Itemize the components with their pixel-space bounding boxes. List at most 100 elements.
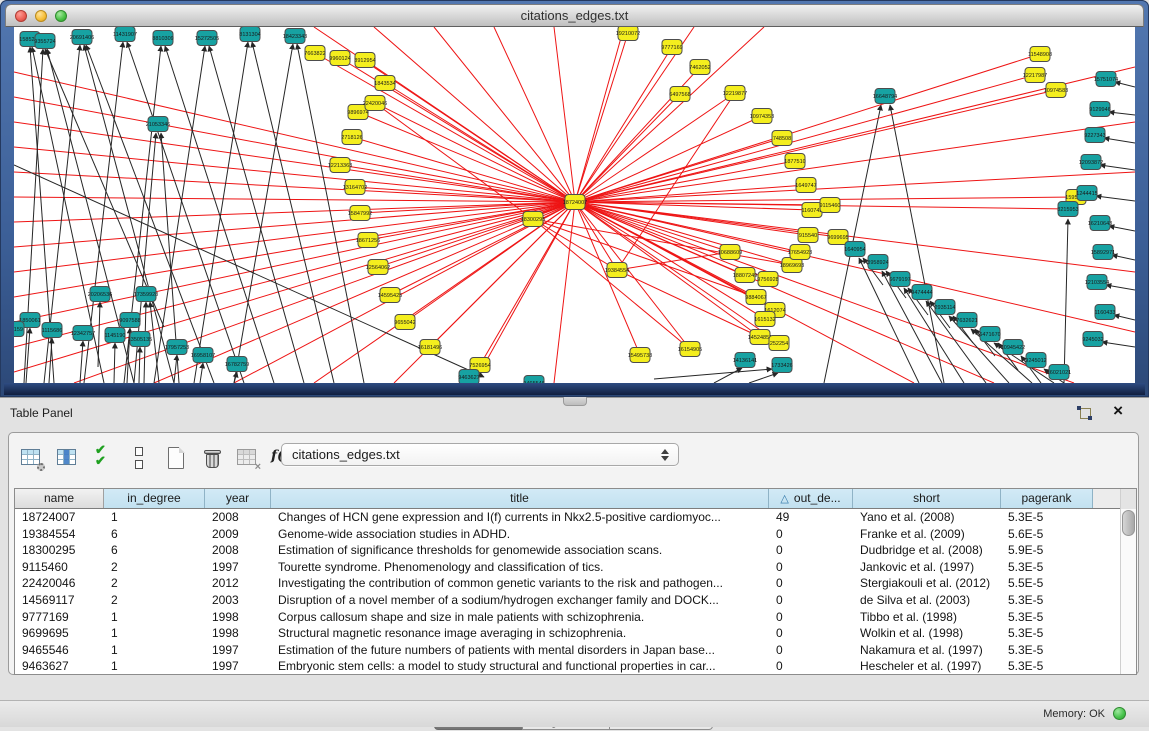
cell-year[interactable]: 2003 bbox=[205, 592, 271, 609]
toggle-panel-icon[interactable] bbox=[127, 445, 153, 471]
table-mode-icon[interactable] bbox=[19, 445, 45, 471]
cell-name[interactable]: 9463627 bbox=[15, 658, 104, 675]
graph-node[interactable]: 1244415 bbox=[1076, 186, 1097, 201]
cell-outde[interactable]: 0 bbox=[769, 609, 853, 626]
graph-node[interactable]: 2935114 bbox=[934, 300, 955, 315]
cell-indegree[interactable]: 6 bbox=[104, 526, 205, 543]
cell-short[interactable]: Dudbridge et al. (2008) bbox=[853, 542, 1001, 559]
cell-outde[interactable]: 49 bbox=[769, 509, 853, 526]
graph-node[interactable]: 16181496 bbox=[418, 340, 442, 355]
graph-node[interactable]: 1733426 bbox=[771, 358, 792, 373]
graph-node[interactable]: 12342757 bbox=[71, 326, 95, 341]
cell-title[interactable]: Structural magnetic resonance image aver… bbox=[271, 625, 769, 642]
cell-year[interactable]: 2008 bbox=[205, 542, 271, 559]
cell-short[interactable]: Jankovic et al. (1997) bbox=[853, 559, 1001, 576]
cell-short[interactable]: Hescheler et al. (1997) bbox=[853, 658, 1001, 675]
cell-outde[interactable]: 0 bbox=[769, 575, 853, 592]
graph-node[interactable]: 14136141 bbox=[733, 353, 757, 368]
graph-node[interactable]: 10974583 bbox=[1044, 83, 1068, 98]
column-header-year[interactable]: year bbox=[205, 489, 271, 508]
cell-title[interactable]: Genome-wide association studies in ADHD. bbox=[271, 526, 769, 543]
memory-status-icon[interactable] bbox=[1113, 707, 1126, 720]
graph-node[interactable]: 20206536 bbox=[88, 287, 112, 302]
cell-pagerank[interactable]: 5.3E-5 bbox=[1001, 509, 1093, 526]
graph-node[interactable]: 9777169 bbox=[661, 40, 682, 55]
cell-title[interactable]: Embryonic stem cells: a model to study s… bbox=[271, 658, 769, 675]
graph-node[interactable]: 19210072 bbox=[616, 27, 640, 41]
delete-icon[interactable] bbox=[199, 445, 225, 471]
graph-node[interactable]: 12564062 bbox=[366, 260, 390, 275]
graph-node[interactable]: 8810309 bbox=[152, 31, 173, 46]
cell-short[interactable]: Stergiakouli et al. (2012) bbox=[853, 575, 1001, 592]
column-header-short[interactable]: short bbox=[853, 489, 1001, 508]
cell-indegree[interactable]: 1 bbox=[104, 509, 205, 526]
graph-node[interactable]: 9129946 bbox=[1089, 102, 1110, 117]
new-document-icon[interactable] bbox=[163, 445, 189, 471]
cell-name[interactable]: 9115460 bbox=[15, 559, 104, 576]
cell-name[interactable]: 14569117 bbox=[15, 592, 104, 609]
table-row[interactable]: 969969511998Structural magnetic resonanc… bbox=[15, 625, 1136, 642]
graph-node[interactable]: 19384554 bbox=[605, 263, 629, 278]
column-header-outde[interactable]: △ out_de... bbox=[769, 489, 853, 508]
cell-indegree[interactable]: 6 bbox=[104, 542, 205, 559]
cell-outde[interactable]: 0 bbox=[769, 526, 853, 543]
graph-node[interactable]: 1145190 bbox=[104, 328, 125, 343]
cell-year[interactable]: 2009 bbox=[205, 526, 271, 543]
column-header-title[interactable]: title bbox=[271, 489, 769, 508]
graph-node[interactable]: 9884067 bbox=[745, 290, 766, 305]
cell-name[interactable]: 9699695 bbox=[15, 625, 104, 642]
graph-node[interactable]: 20691406 bbox=[70, 30, 94, 45]
cell-name[interactable]: 18724007 bbox=[15, 509, 104, 526]
float-panel-icon[interactable] bbox=[1077, 406, 1093, 421]
graph-node[interactable]: 1640954 bbox=[844, 242, 865, 257]
graph-node[interactable]: 13505135 bbox=[128, 332, 152, 347]
cell-indegree[interactable]: 2 bbox=[104, 592, 205, 609]
graph-node[interactable]: 11431907 bbox=[113, 27, 137, 42]
graph-node[interactable]: 18671256 bbox=[356, 233, 380, 248]
cell-year[interactable]: 2012 bbox=[205, 575, 271, 592]
graph-node[interactable]: 9355724 bbox=[34, 34, 55, 49]
graph-node[interactable]: 9474444 bbox=[911, 285, 932, 300]
cell-year[interactable]: 1998 bbox=[205, 609, 271, 626]
cell-outde[interactable]: 0 bbox=[769, 542, 853, 559]
graph-node[interactable]: 18423343 bbox=[283, 29, 307, 44]
graph-node[interactable]: 7632621 bbox=[956, 313, 977, 328]
graph-node[interactable]: 12093872 bbox=[1079, 155, 1103, 170]
table-source-select[interactable]: citations_edges.txt bbox=[281, 443, 679, 466]
graph-node[interactable]: 15272505 bbox=[195, 31, 219, 46]
cell-title[interactable]: Investigating the contribution of common… bbox=[271, 575, 769, 592]
table-row[interactable]: 977716911998Corpus callosum shape and si… bbox=[15, 609, 1136, 626]
graph-node[interactable]: 2718126 bbox=[341, 130, 362, 145]
table-row[interactable]: 1938455462009Genome-wide association stu… bbox=[15, 526, 1136, 543]
cell-name[interactable]: 18300295 bbox=[15, 542, 104, 559]
graph-node[interactable]: 1843534 bbox=[374, 76, 395, 91]
cell-indegree[interactable]: 1 bbox=[104, 625, 205, 642]
graph-node[interactable]: 15495738 bbox=[628, 348, 652, 363]
table-row[interactable]: 911546021997Tourette syndrome. Phenomeno… bbox=[15, 559, 1136, 576]
column-header-name[interactable]: name bbox=[15, 489, 104, 508]
graph-node[interactable]: 12103554 bbox=[1085, 275, 1109, 290]
graph-node[interactable]: 12219877 bbox=[723, 86, 747, 101]
cell-name[interactable]: 22420046 bbox=[15, 575, 104, 592]
cell-short[interactable]: Franke et al. (2009) bbox=[853, 526, 1001, 543]
graph-node[interactable]: 16021021 bbox=[1047, 365, 1071, 380]
graph-node[interactable]: 10688609 bbox=[718, 245, 742, 260]
graph-node[interactable]: 252254 bbox=[769, 336, 789, 351]
graph-node[interactable]: 12213363 bbox=[328, 158, 352, 173]
graph-node[interactable]: 21053346 bbox=[146, 117, 170, 132]
panel-splitter-handle[interactable] bbox=[563, 397, 587, 406]
graph-node[interactable]: 6471670 bbox=[979, 327, 1000, 342]
table-row[interactable]: 2242004622012Investigating the contribut… bbox=[15, 575, 1136, 592]
cell-outde[interactable]: 0 bbox=[769, 658, 853, 675]
graph-node[interactable]: 3912954 bbox=[354, 53, 375, 68]
graph-node[interactable]: 391159 bbox=[14, 322, 24, 337]
graph-node[interactable]: 8131304 bbox=[239, 27, 260, 42]
cell-outde[interactable]: 0 bbox=[769, 559, 853, 576]
cell-year[interactable]: 1997 bbox=[205, 642, 271, 659]
graph-node[interactable]: 1877510 bbox=[784, 154, 805, 169]
citation-network-graph[interactable]: 1872400719210072977716974620526497568122… bbox=[14, 27, 1135, 383]
graph-node[interactable]: 16782759 bbox=[225, 357, 249, 372]
graph-node[interactable]: 3215953 bbox=[1057, 202, 1078, 217]
graph-node[interactable]: 1615132 bbox=[754, 312, 775, 327]
graph-node[interactable]: 9756928 bbox=[757, 272, 778, 287]
